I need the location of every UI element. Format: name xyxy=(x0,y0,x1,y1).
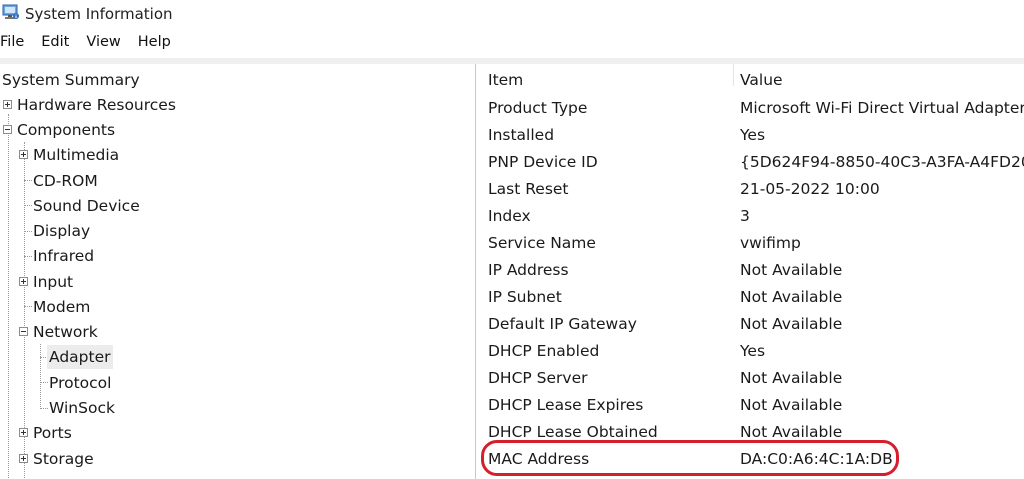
row-value: Microsoft Wi-Fi Direct Virtual Adapter xyxy=(740,99,1024,117)
row-item: PNP Device ID xyxy=(488,153,598,171)
details-list[interactable]: Item Value Product Type Microsoft Wi-Fi … xyxy=(480,64,1024,479)
row-value: Yes xyxy=(740,342,766,360)
row-value: 21-05-2022 10:00 xyxy=(740,180,880,198)
tree-label: Storage xyxy=(33,450,94,468)
row-item: Product Type xyxy=(488,99,588,117)
table-row[interactable]: DHCP Lease Obtained Not Available xyxy=(480,419,1024,446)
expand-plus-icon[interactable] xyxy=(19,428,28,437)
title-bar: System Information xyxy=(0,0,1024,30)
tree-label: Input xyxy=(33,273,74,291)
row-item: Default IP Gateway xyxy=(488,315,637,333)
tree-label: WinSock xyxy=(49,399,115,417)
expand-plus-icon[interactable] xyxy=(19,454,28,463)
tree-line xyxy=(24,205,32,206)
column-header-value[interactable]: Value xyxy=(740,67,783,94)
row-item: DHCP Enabled xyxy=(488,342,600,360)
table-row[interactable]: IP Subnet Not Available xyxy=(480,284,1024,311)
table-row[interactable]: IP Address Not Available xyxy=(480,257,1024,284)
tree-label: Modem xyxy=(33,298,91,316)
tree-line xyxy=(40,382,48,383)
row-value: Not Available xyxy=(740,261,843,279)
row-value: DA:C0:A6:4C:1A:DB xyxy=(740,450,893,468)
tree-line xyxy=(40,344,41,409)
tree-label: Display xyxy=(33,222,91,240)
row-value: Not Available xyxy=(740,396,843,414)
row-item: Service Name xyxy=(488,234,596,252)
collapse-minus-icon[interactable] xyxy=(3,125,12,134)
table-row[interactable]: DHCP Lease Expires Not Available xyxy=(480,392,1024,419)
tree-line xyxy=(40,408,48,409)
expand-plus-icon[interactable] xyxy=(3,100,12,109)
tree-line xyxy=(8,114,9,479)
row-value: {5D624F94-8850-40C3-A3FA-A4FD208 xyxy=(740,153,1024,171)
tree-label: Ports xyxy=(33,424,72,442)
row-item: IP Subnet xyxy=(488,288,562,306)
tree-label-selected: Adapter xyxy=(47,345,113,369)
row-item: Index xyxy=(488,207,531,225)
tree-label: Components xyxy=(17,121,116,139)
menu-bar: File Edit View Help xyxy=(0,34,188,56)
row-item: DHCP Lease Expires xyxy=(488,396,644,414)
tree-label: Hardware Resources xyxy=(17,96,176,114)
table-row-mac-address[interactable]: MAC Address DA:C0:A6:4C:1A:DB xyxy=(480,446,1024,473)
table-row[interactable]: Index 3 xyxy=(480,203,1024,230)
row-value: Yes xyxy=(740,126,766,144)
tree-label: System Summary xyxy=(2,71,140,89)
expand-plus-icon[interactable] xyxy=(19,150,28,159)
tree-label: CD-ROM xyxy=(33,172,98,190)
tree-line xyxy=(24,256,32,257)
table-row[interactable]: Product Type Microsoft Wi-Fi Direct Virt… xyxy=(480,95,1024,122)
window-title: System Information xyxy=(25,5,173,23)
row-item: MAC Address xyxy=(488,450,590,468)
row-value: Not Available xyxy=(740,423,843,441)
menu-view[interactable]: View xyxy=(86,34,120,56)
tree-label: Network xyxy=(33,323,98,341)
category-tree[interactable]: System Summary Hardware Resources Compon… xyxy=(0,64,476,479)
row-value: Not Available xyxy=(740,369,843,387)
system-information-icon xyxy=(2,4,19,19)
table-row[interactable]: DHCP Enabled Yes xyxy=(480,338,1024,365)
tree-line xyxy=(24,180,32,181)
table-row[interactable]: Last Reset 21-05-2022 10:00 xyxy=(480,176,1024,203)
row-item: DHCP Server xyxy=(488,369,588,387)
tree-line xyxy=(24,306,32,307)
tree-label: Protocol xyxy=(49,374,112,392)
tree-line xyxy=(24,231,32,232)
row-item: IP Address xyxy=(488,261,569,279)
menu-file[interactable]: File xyxy=(0,34,24,56)
tree-label: Sound Device xyxy=(33,197,140,215)
table-header: Item Value xyxy=(480,67,1024,94)
tree-label: Multimedia xyxy=(33,146,120,164)
row-value: Not Available xyxy=(740,288,843,306)
table-row[interactable]: DHCP Server Not Available xyxy=(480,365,1024,392)
collapse-minus-icon[interactable] xyxy=(19,327,28,336)
row-item: Installed xyxy=(488,126,555,144)
tree-label: Infrared xyxy=(33,247,95,265)
menu-edit[interactable]: Edit xyxy=(41,34,69,56)
row-item: DHCP Lease Obtained xyxy=(488,423,658,441)
column-header-item[interactable]: Item xyxy=(488,67,523,94)
table-row[interactable]: PNP Device ID {5D624F94-8850-40C3-A3FA-A… xyxy=(480,149,1024,176)
row-item: Last Reset xyxy=(488,180,569,198)
table-row[interactable]: Installed Yes xyxy=(480,122,1024,149)
menu-help[interactable]: Help xyxy=(138,34,171,56)
table-row[interactable]: Service Name vwifimp xyxy=(480,230,1024,257)
row-value: 3 xyxy=(740,207,750,225)
row-value: Not Available xyxy=(740,315,843,333)
expand-plus-icon[interactable] xyxy=(19,277,28,286)
row-value: vwifimp xyxy=(740,234,801,252)
table-row[interactable]: Default IP Gateway Not Available xyxy=(480,311,1024,338)
